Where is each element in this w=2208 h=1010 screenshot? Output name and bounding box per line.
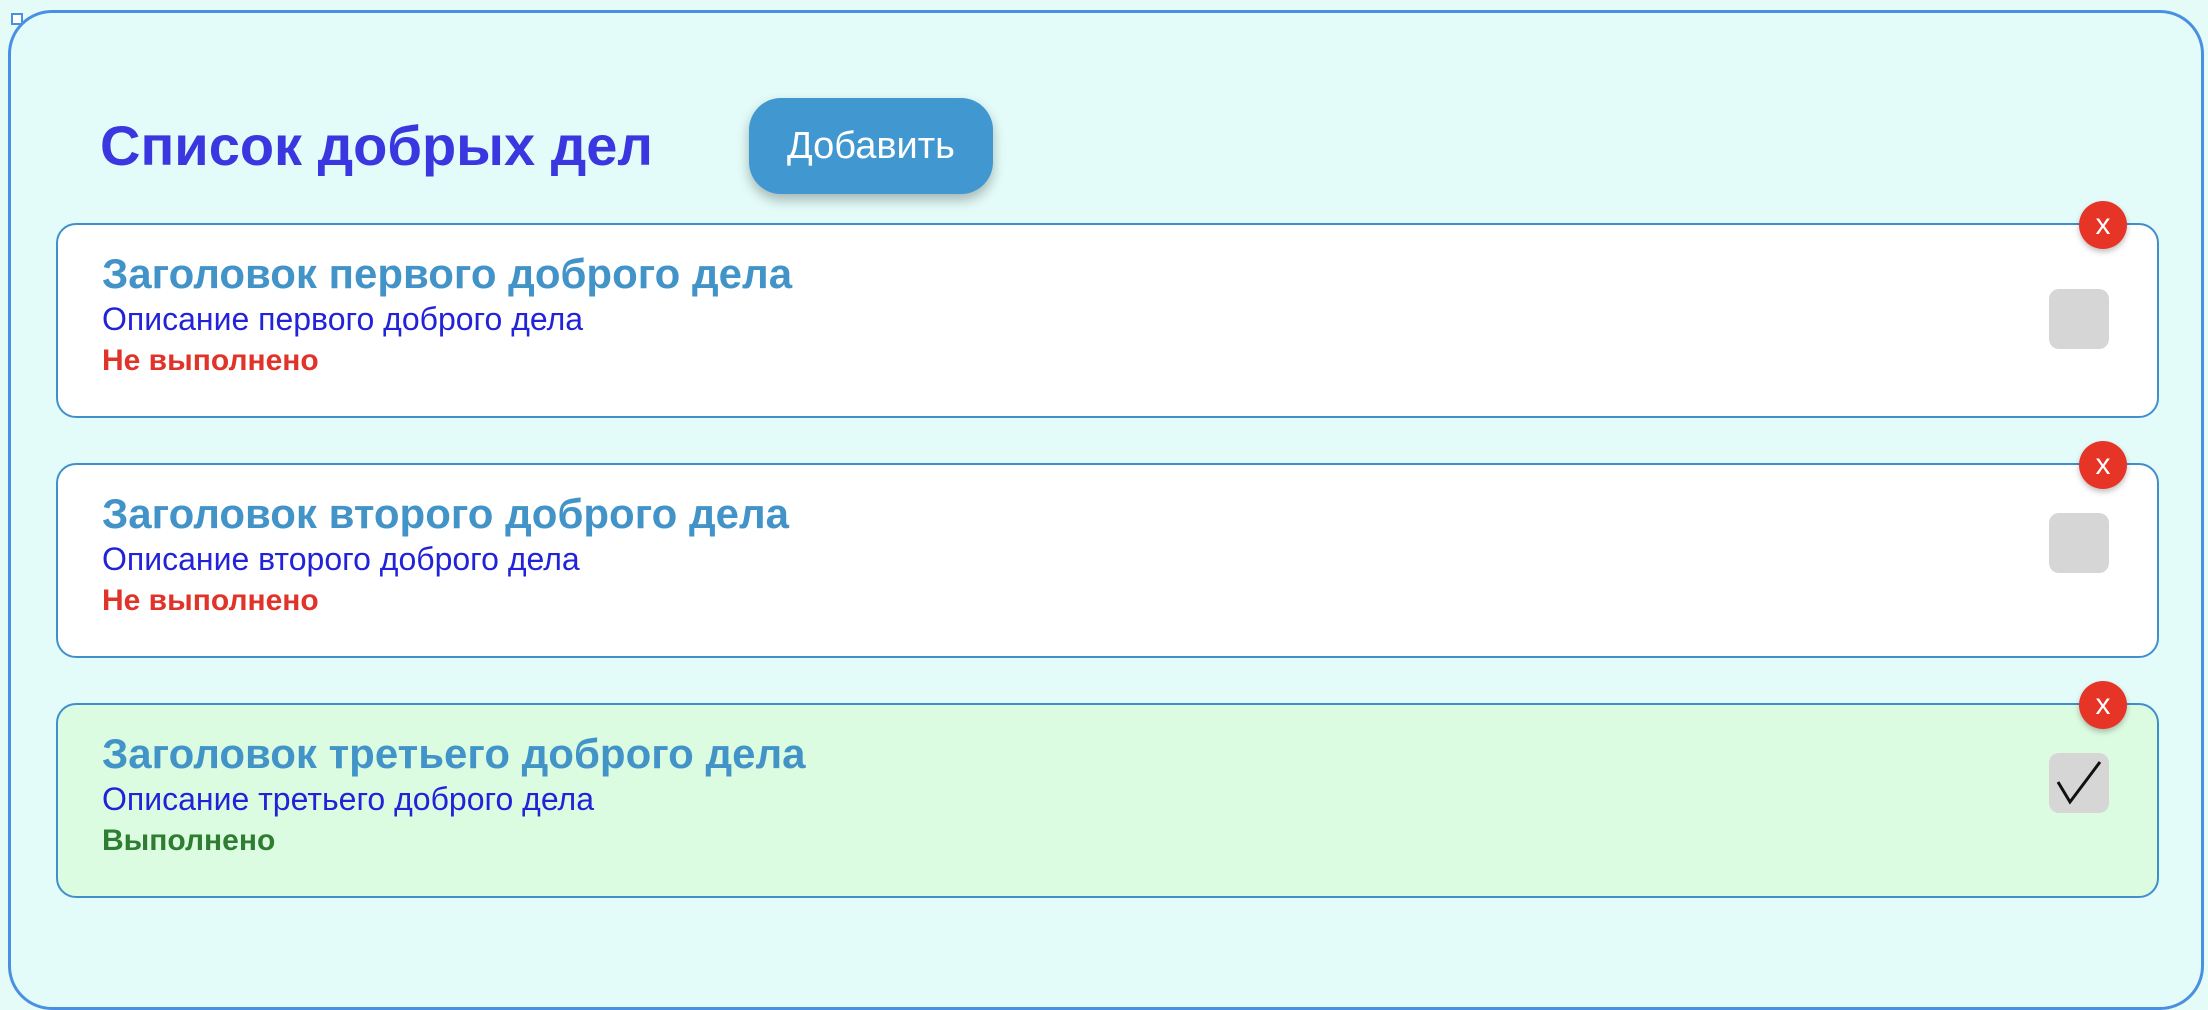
task-card: Заголовок третьего доброго дела Описание… [56,681,2159,898]
delete-task-button[interactable]: x [2079,681,2127,729]
page-title: Список добрых дел [100,114,653,177]
header: Список добрых дел Добавить [100,96,993,196]
task-status: Не выполнено [102,343,319,377]
task-card: Заголовок первого доброго дела Описание … [56,201,2159,418]
delete-task-button[interactable]: x [2079,201,2127,249]
task-description: Описание третьего доброго дела [102,781,595,818]
task-title: Заголовок первого доброго дела [102,250,793,297]
task-status: Не выполнено [102,583,319,617]
checkmark-icon [2056,761,2102,805]
task-done-checkbox[interactable] [2049,753,2109,813]
close-icon: x [2095,448,2111,481]
task-text: Заголовок второго доброго дела Описание … [102,490,790,620]
task-description: Описание первого доброго дела [102,301,584,338]
task-text: Заголовок третьего доброго дела Описание… [102,730,806,860]
selection-handle [11,13,23,25]
add-button[interactable]: Добавить [748,98,993,194]
task-done-checkbox[interactable] [2049,513,2109,573]
task-text: Заголовок первого доброго дела Описание … [102,250,793,380]
task-title: Заголовок третьего доброго дела [102,730,806,777]
task-list: Заголовок первого доброго дела Описание … [56,201,2159,943]
close-icon: x [2095,688,2111,721]
task-status: Выполнено [102,823,276,857]
task-title: Заголовок второго доброго дела [102,490,790,537]
task-card: Заголовок второго доброго дела Описание … [56,441,2159,658]
close-icon: x [2095,208,2111,241]
task-description: Описание второго доброго дела [102,541,580,578]
task-done-checkbox[interactable] [2049,289,2109,349]
delete-task-button[interactable]: x [2079,441,2127,489]
